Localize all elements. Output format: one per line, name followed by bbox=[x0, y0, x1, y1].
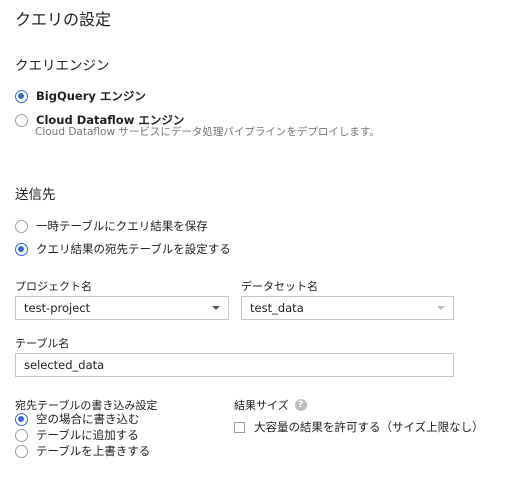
dataset-label: データセット名 bbox=[241, 280, 318, 293]
radio-label: テーブルに追加する bbox=[36, 428, 139, 442]
table-label: テーブル名 bbox=[15, 337, 70, 350]
project-label: プロジェクト名 bbox=[15, 280, 92, 293]
table-name-value: selected_data bbox=[24, 358, 105, 372]
dataset-select[interactable]: test_data bbox=[241, 296, 454, 320]
page-title: クエリの設定 bbox=[15, 10, 112, 29]
radio-unselected-icon[interactable] bbox=[15, 428, 28, 442]
radio-label: 空の場合に書き込む bbox=[36, 412, 140, 426]
dataflow-description: Cloud Dataflow サービスにデータ処理パイプラインをデプロイします。 bbox=[35, 126, 380, 138]
radio-set-destination-table[interactable]: クエリ結果の宛先テーブルを設定する bbox=[15, 241, 231, 257]
table-name-input[interactable]: selected_data bbox=[15, 353, 454, 377]
destination-heading: 送信先 bbox=[15, 187, 56, 203]
dropdown-caret-icon bbox=[437, 306, 445, 310]
radio-label: テーブルを上書きする bbox=[36, 444, 151, 458]
radio-unselected-icon[interactable] bbox=[15, 113, 28, 127]
radio-selected-icon[interactable] bbox=[15, 412, 28, 426]
radio-temp-table[interactable]: 一時テーブルにクエリ結果を保存 bbox=[15, 218, 208, 234]
radio-append-table[interactable]: テーブルに追加する bbox=[15, 427, 139, 443]
dataset-select-value: test_data bbox=[250, 301, 304, 315]
dropdown-caret-icon bbox=[212, 306, 220, 310]
radio-unselected-icon[interactable] bbox=[15, 444, 28, 458]
result-size-heading: 結果サイズ ? bbox=[234, 397, 307, 413]
checkbox-label: 大容量の結果を許可する（サイズ上限なし） bbox=[254, 420, 484, 434]
radio-selected-icon[interactable] bbox=[15, 89, 28, 103]
project-select[interactable]: test-project bbox=[15, 296, 229, 320]
checkbox-icon[interactable] bbox=[234, 421, 245, 433]
radio-label: クエリ結果の宛先テーブルを設定する bbox=[36, 242, 231, 256]
radio-write-if-empty[interactable]: 空の場合に書き込む bbox=[15, 411, 140, 427]
query-engine-heading: クエリエンジン bbox=[15, 58, 110, 74]
radio-bigquery-engine[interactable]: BigQuery エンジン bbox=[15, 88, 146, 104]
allow-large-results-checkbox[interactable]: 大容量の結果を許可する（サイズ上限なし） bbox=[234, 419, 484, 435]
radio-overwrite-table[interactable]: テーブルを上書きする bbox=[15, 443, 150, 459]
project-select-value: test-project bbox=[24, 301, 91, 315]
radio-label: 一時テーブルにクエリ結果を保存 bbox=[36, 219, 208, 233]
radio-label: BigQuery エンジン bbox=[36, 89, 146, 103]
result-size-label: 結果サイズ bbox=[234, 399, 289, 412]
radio-selected-icon[interactable] bbox=[15, 242, 28, 256]
help-icon[interactable]: ? bbox=[294, 399, 307, 411]
radio-unselected-icon[interactable] bbox=[15, 219, 28, 233]
